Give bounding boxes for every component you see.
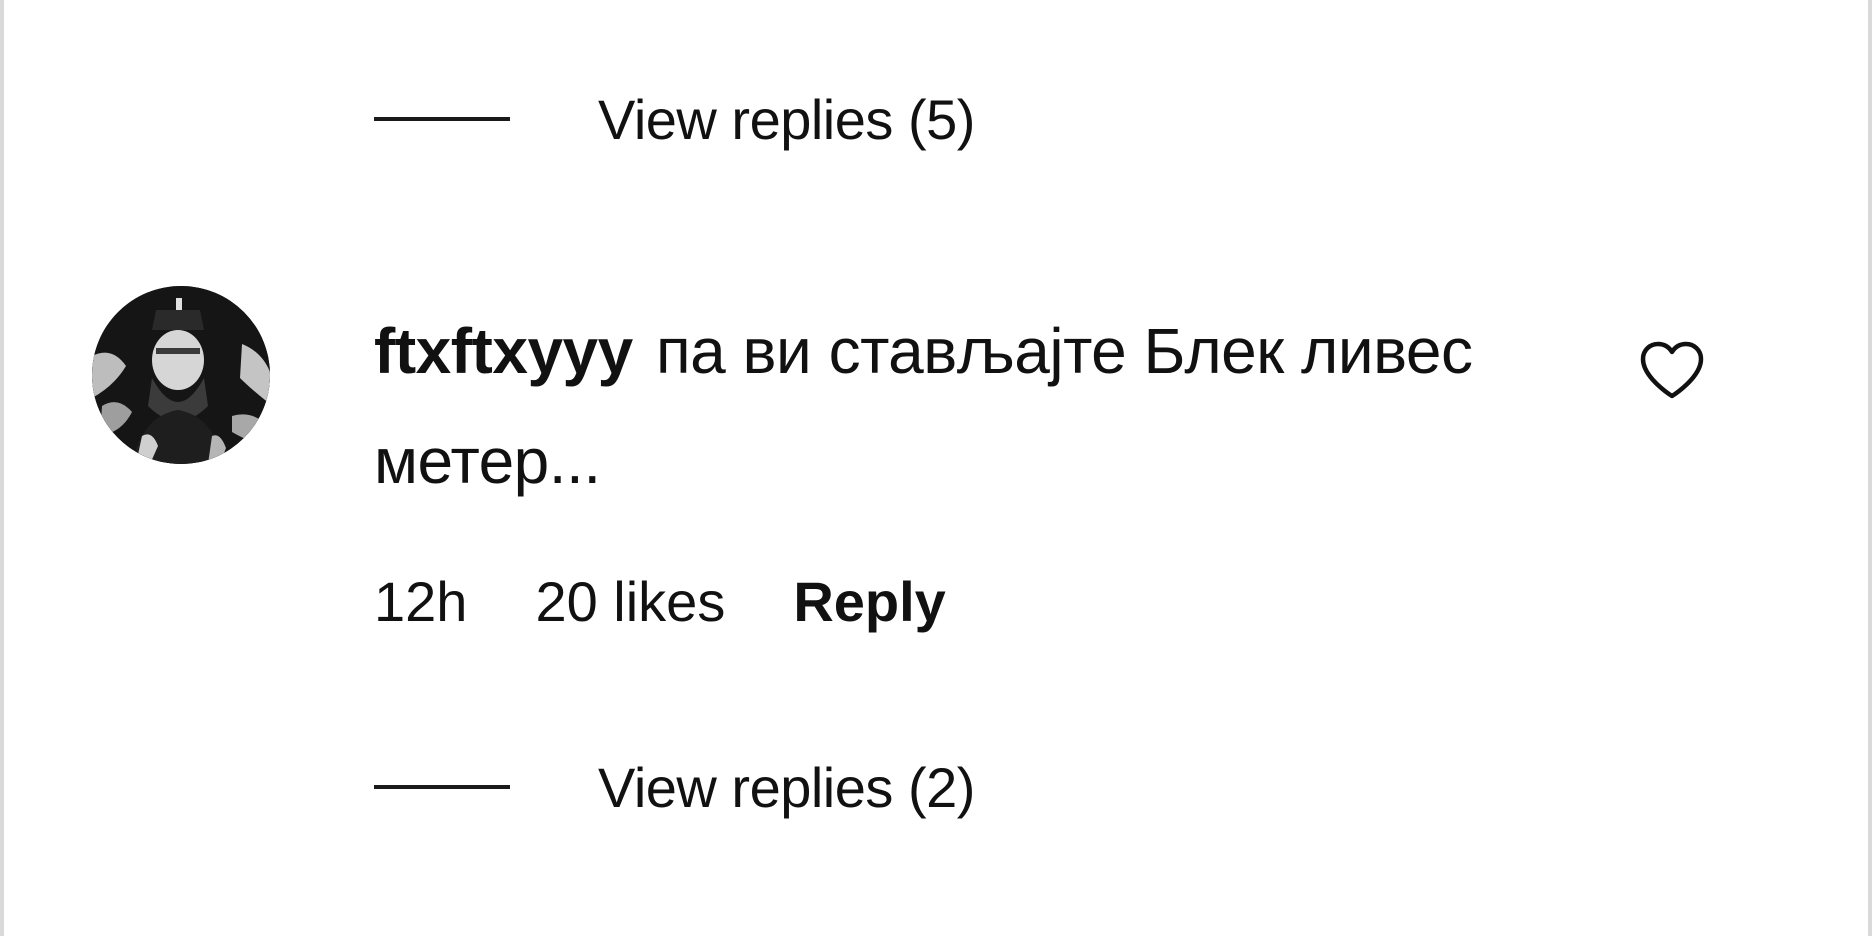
- like-button[interactable]: [1636, 334, 1708, 406]
- comment-likes-count[interactable]: 20 likes: [535, 569, 725, 634]
- comment-meta: 12h 20 likes Reply: [374, 566, 946, 636]
- view-replies-button[interactable]: View replies (2): [374, 752, 975, 822]
- replies-divider-line: [374, 117, 510, 121]
- replies-divider-line: [374, 785, 510, 789]
- view-replies-button[interactable]: View replies (5): [374, 84, 975, 154]
- left-frame-border: [0, 0, 4, 936]
- user-avatar-image: [92, 286, 270, 464]
- comment-username[interactable]: ftxftxyyy: [374, 315, 633, 387]
- heart-outline-icon: [1640, 341, 1704, 399]
- view-replies-label: View replies (2): [598, 755, 975, 819]
- view-replies-label: View replies (5): [598, 87, 975, 151]
- reply-button[interactable]: Reply: [793, 569, 946, 634]
- comment-body: ftxftxyyy па ви стављајте Блек ливес мет…: [374, 296, 1524, 516]
- right-frame-border: [1868, 0, 1872, 936]
- comment-timestamp: 12h: [374, 569, 468, 633]
- avatar[interactable]: [92, 286, 270, 464]
